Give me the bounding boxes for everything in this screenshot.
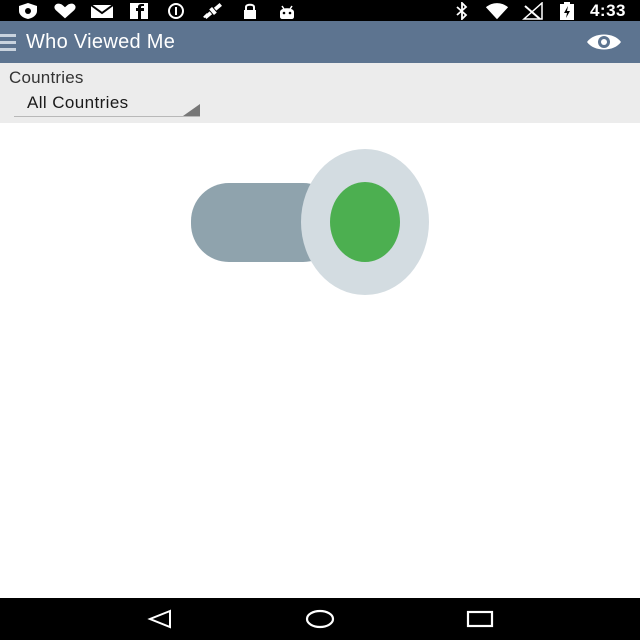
bluetooth-icon — [450, 1, 474, 20]
home-icon[interactable] — [300, 599, 340, 639]
lock-icon — [238, 2, 262, 20]
no-signal-icon — [520, 1, 544, 20]
satellite-icon — [201, 2, 225, 20]
wifi-icon — [485, 2, 509, 20]
clock: 4:33 — [589, 0, 626, 20]
toggle-switch-icon — [190, 149, 432, 304]
menu-icon[interactable] — [0, 21, 18, 63]
app-title: Who Viewed Me — [26, 30, 176, 53]
back-icon[interactable] — [140, 599, 180, 639]
main-content — [0, 123, 640, 598]
country-dropdown[interactable]: All Countries — [14, 91, 200, 117]
shield-icon — [16, 2, 40, 20]
eye-icon[interactable] — [586, 28, 622, 56]
countries-label: Countries — [9, 68, 84, 87]
status-bar: 4:33 — [0, 0, 640, 21]
phone-screen: 4:33 Who Viewed Me Countries All Countri… — [0, 0, 640, 640]
recents-icon[interactable] — [460, 599, 500, 639]
country-dropdown-value: All Countries — [27, 93, 129, 112]
system-status-icons: 4:33 — [450, 0, 626, 21]
info-icon — [164, 2, 188, 20]
facebook-icon — [127, 2, 151, 20]
mail-icon — [90, 2, 114, 20]
filter-panel: Countries All Countries — [0, 63, 640, 123]
app-bar: Who Viewed Me — [0, 21, 640, 63]
android-icon — [275, 2, 299, 20]
heart-icon — [53, 2, 77, 20]
notification-icons — [16, 0, 299, 21]
navigation-bar — [0, 598, 640, 640]
battery-icon — [555, 1, 579, 20]
dropdown-arrow-icon — [183, 104, 200, 116]
